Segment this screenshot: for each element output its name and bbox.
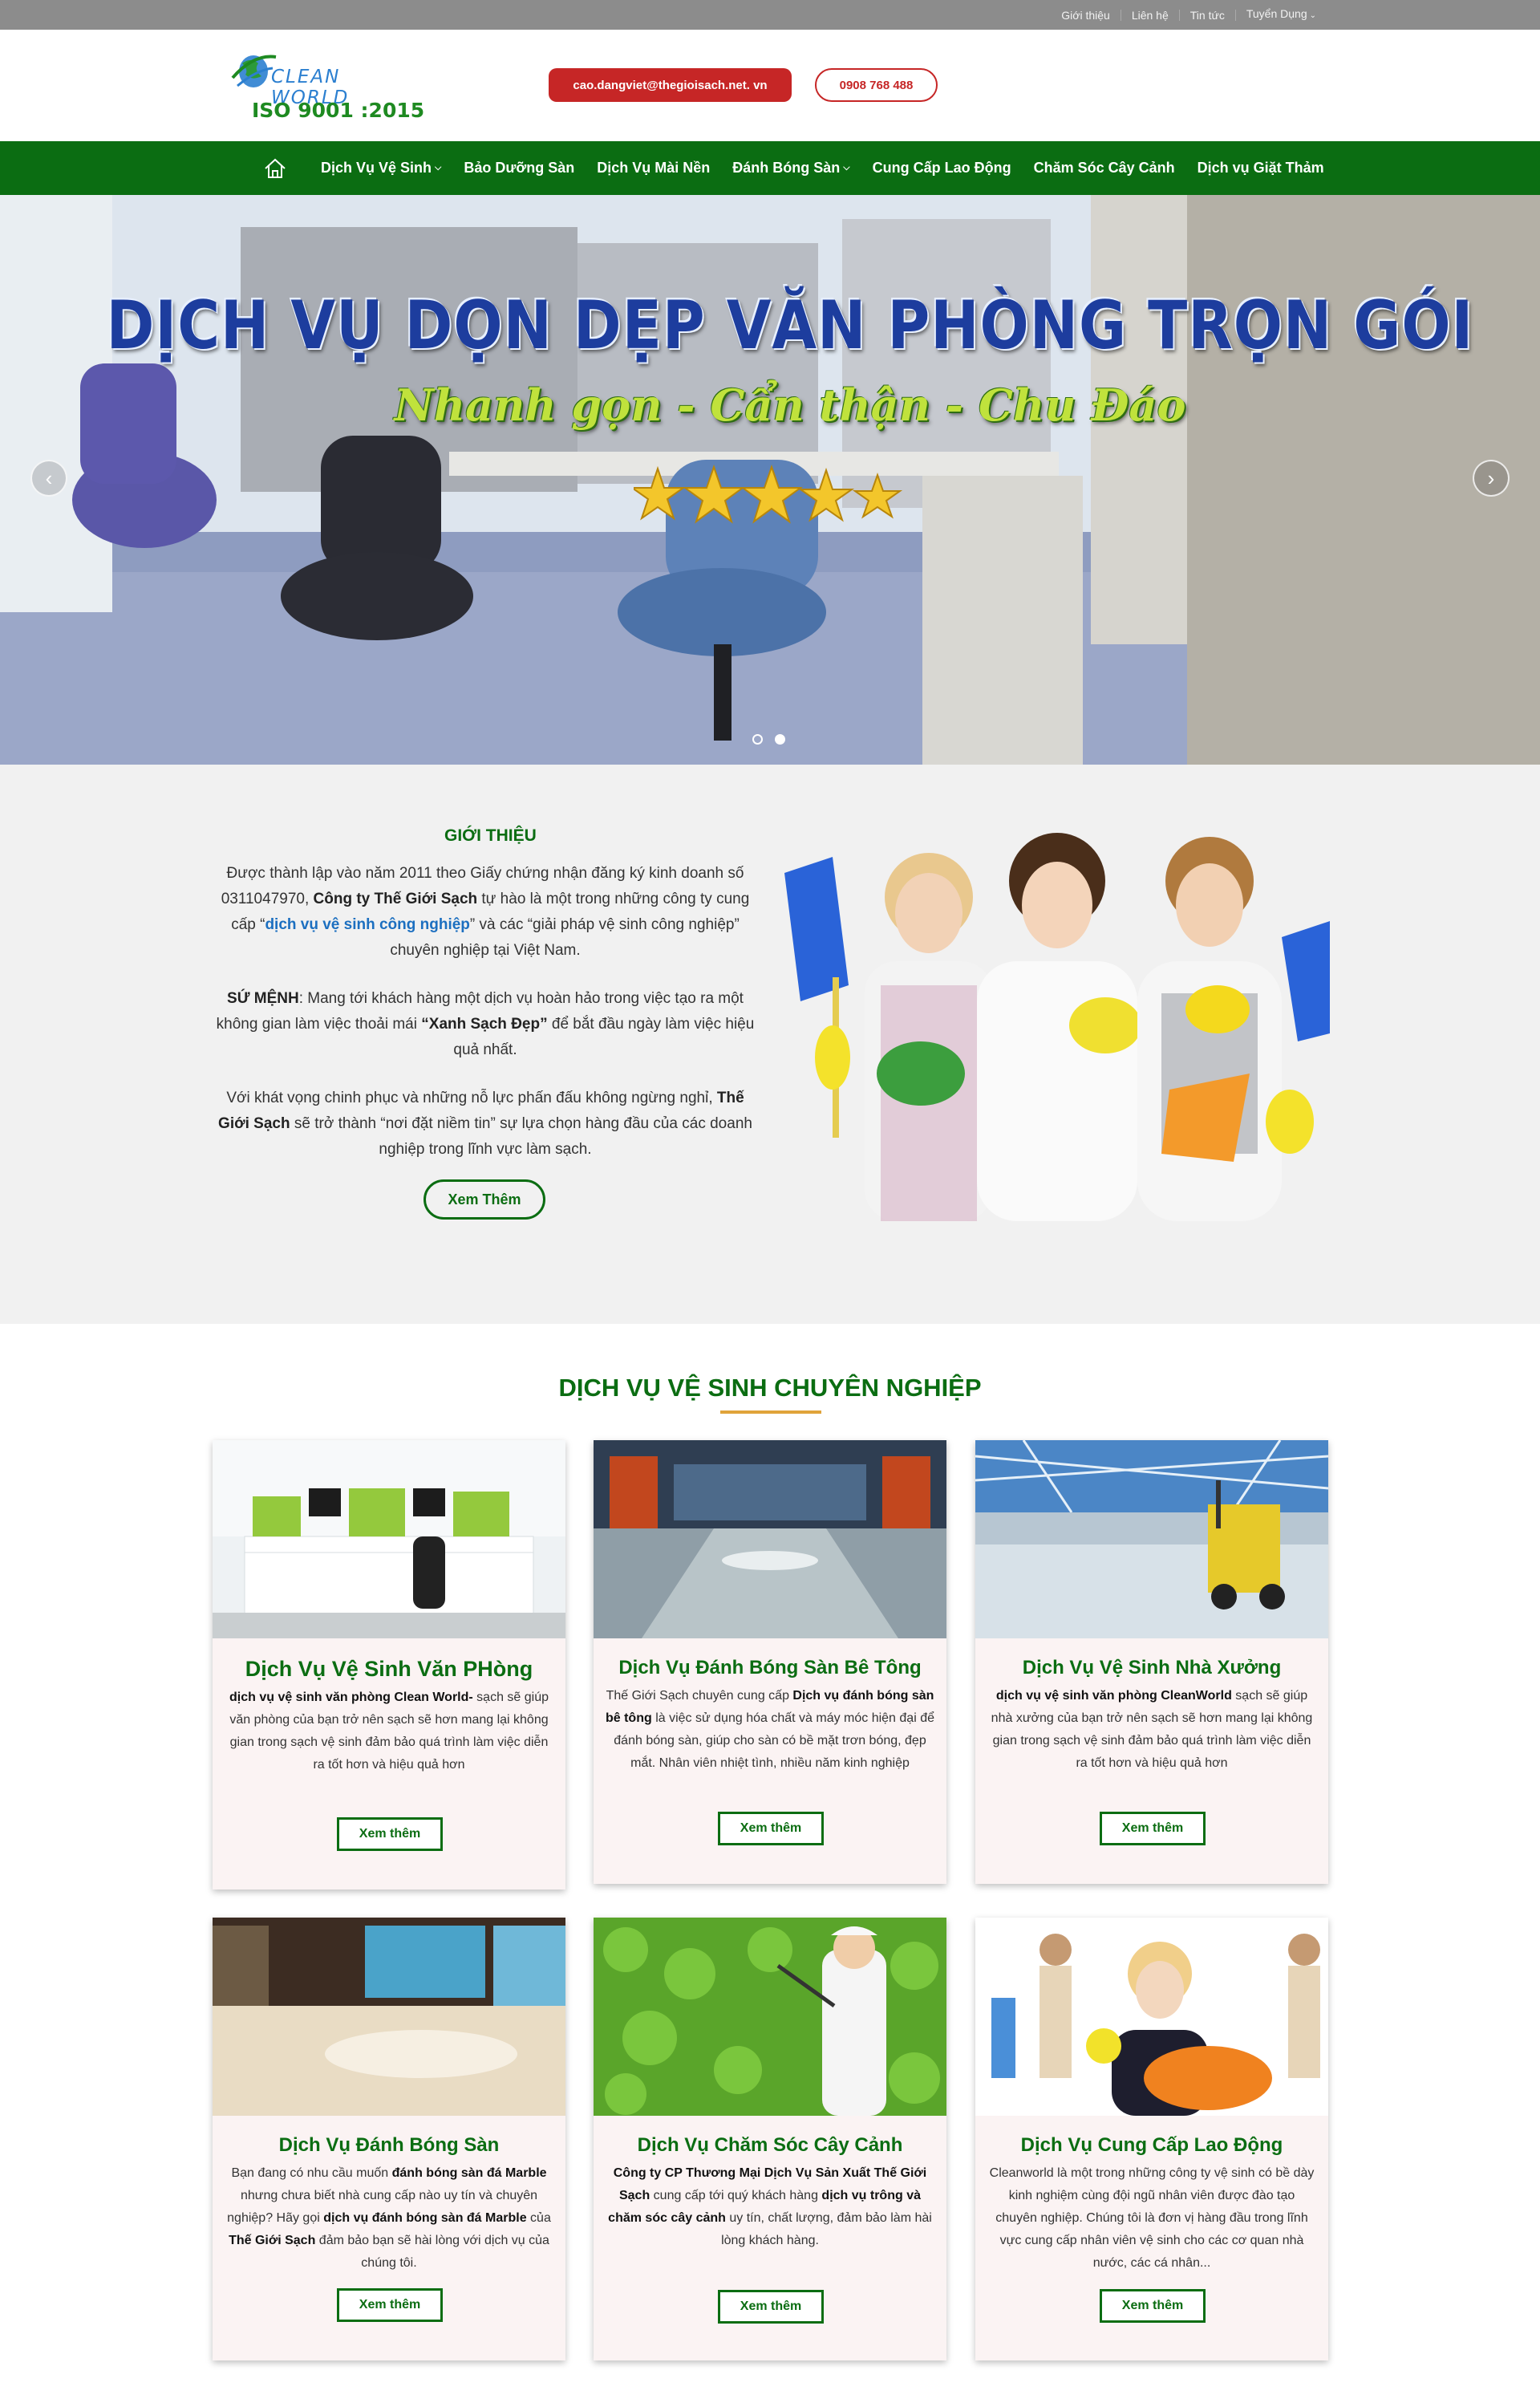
chevron-left-icon: ‹ <box>45 465 53 490</box>
hero-slider: DỊCH VỤ DỌN DẸP VĂN PHÒNG TRỌN GÓI Nhanh… <box>0 195 1540 765</box>
card-description: Công ty CP Thương Mại Dịch Vụ Sản Xuất T… <box>608 2166 932 2247</box>
slider-prev-button[interactable]: ‹ <box>30 460 67 497</box>
chevron-down-icon: ⌄ <box>1309 11 1316 20</box>
service-card-plant-care: Dịch Vụ Chăm Sóc Cây Cảnh Công ty CP Thư… <box>594 1918 946 2360</box>
chevron-down-icon: ⌵ <box>435 163 442 173</box>
chevron-down-icon: ⌵ <box>843 163 850 173</box>
intro-text: Được thành lập vào năm 2011 theo Giấy ch… <box>213 861 758 1185</box>
hero-title: DỊCH VỤ DỌN DẸP VĂN PHÒNG TRỌN GÓI <box>106 286 1474 364</box>
card-title[interactable]: Dịch Vụ Cung Cấp Lao Động <box>975 2134 1328 2157</box>
read-more-button[interactable]: Xem thêm <box>1100 2289 1206 2323</box>
nav-item-plant-care[interactable]: Chăm Sóc Cây Cảnh <box>1023 160 1186 177</box>
card-title[interactable]: Dịch Vụ Chăm Sóc Cây Cảnh <box>594 2134 946 2157</box>
intro-section: GIỚI THIỆU Được thành lập vào năm 2011 t… <box>0 765 1540 1324</box>
warehouse-floor-image <box>594 1440 946 1638</box>
intro-paragraph-3: Với khát vọng chinh phục và những nỗ lực… <box>218 1090 752 1158</box>
service-card-floor-polishing: Dịch Vụ Đánh Bóng Sàn Bạn đang có nhu cầ… <box>213 1918 565 2360</box>
home-icon[interactable] <box>261 155 289 182</box>
phone-button[interactable]: 0908 768 488 <box>815 68 938 102</box>
slider-next-button[interactable]: › <box>1473 460 1510 497</box>
intro-paragraph-2: SỨ MỆNH: Mang tới khách hàng một dịch vụ… <box>216 990 755 1058</box>
top-link-about[interactable]: Giới thiệu <box>1051 9 1121 21</box>
service-card-factory-cleaning: Dịch Vụ Vệ Sinh Nhà Xưởng dịch vụ vệ sin… <box>975 1439 1329 1884</box>
slider-dot-2[interactable] <box>775 734 785 745</box>
hero-subtitle: Nhanh gọn - Cẩn thận - Chu Đáo <box>394 380 1186 431</box>
card-description: dịch vụ vệ sinh văn phòng Clean World- s… <box>229 1691 549 1772</box>
cleaning-staff-group-image <box>975 1918 1328 2116</box>
service-card-labor-supply: Dịch Vụ Cung Cấp Lao Động Cleanworld là … <box>975 1918 1328 2360</box>
top-link-news[interactable]: Tin tức <box>1180 9 1236 21</box>
cleaning-staff-image <box>784 825 1330 1221</box>
nav-item-floor-grinding[interactable]: Dịch Vụ Mài Nền <box>586 160 721 177</box>
nav-item-cleaning-services[interactable]: Dịch Vụ Vệ Sinh ⌵ <box>310 160 452 177</box>
chevron-right-icon: › <box>1487 465 1495 490</box>
read-more-button[interactable]: Xem thêm <box>337 1817 443 1851</box>
main-nav: Dịch Vụ Vệ Sinh ⌵ Bảo Dưỡng Sàn Dịch Vụ M… <box>0 141 1540 195</box>
top-links: Giới thiệu Liên hệ Tin tức Tuyển Dụng ⌄ <box>1051 0 1327 30</box>
top-link-recruitment[interactable]: Tuyển Dụng ⌄ <box>1236 8 1327 22</box>
card-description: dịch vụ vệ sinh văn phòng CleanWorld sạc… <box>991 1689 1313 1770</box>
intro-heading: GIỚI THIỆU <box>444 826 537 845</box>
nav-item-labor-supply[interactable]: Cung Cấp Lao Động <box>861 160 1023 177</box>
site-logo[interactable]: CLEAN WORLD ISO 9001 :2015 <box>225 46 425 126</box>
card-title[interactable]: Dịch Vụ Đánh Bóng Sàn <box>213 2134 565 2157</box>
card-title[interactable]: Dịch Vụ Vệ Sinh Nhà Xưởng <box>975 1657 1328 1679</box>
factory-image <box>975 1439 1329 1638</box>
read-more-button[interactable]: Xem thêm <box>337 2288 443 2322</box>
title-underline <box>720 1411 821 1414</box>
read-more-button[interactable]: Xem thêm <box>1100 1812 1206 1845</box>
intro-read-more-button[interactable]: Xem Thêm <box>424 1179 545 1220</box>
intro-paragraph-1: Được thành lập vào năm 2011 theo Giấy ch… <box>221 865 750 959</box>
green-wall-image <box>594 1918 946 2116</box>
read-more-button[interactable]: Xem thêm <box>718 1812 824 1845</box>
site-header: CLEAN WORLD ISO 9001 :2015 cao.dangviet@… <box>0 30 1540 141</box>
marble-lobby-image <box>213 1918 565 2116</box>
office-image <box>213 1440 565 1638</box>
card-description: Bạn đang có nhu cầu muốn đánh bóng sàn đ… <box>227 2166 551 2270</box>
card-description: Cleanworld là một trong những công ty vệ… <box>989 2166 1315 2270</box>
top-link-contact[interactable]: Liên hệ <box>1121 9 1180 21</box>
email-button[interactable]: cao.dangviet@thegioisach.net. vn <box>549 68 792 102</box>
nav-item-floor-maintenance[interactable]: Bảo Dưỡng Sàn <box>452 160 586 177</box>
top-utility-bar: Giới thiệu Liên hệ Tin tức Tuyển Dụng ⌄ <box>0 0 1540 30</box>
service-card-concrete-polishing: Dịch Vụ Đánh Bóng Sàn Bê Tông Thế Giới S… <box>594 1440 946 1884</box>
card-description: Thế Giới Sạch chuyên cung cấp Dịch vụ đá… <box>605 1689 934 1770</box>
read-more-button[interactable]: Xem thêm <box>718 2290 824 2324</box>
nav-item-carpet-washing[interactable]: Dịch vụ Giặt Thảm <box>1186 160 1335 177</box>
nav-item-floor-polishing[interactable]: Đánh Bóng Sàn ⌵ <box>721 160 861 177</box>
service-card-office-cleaning: Dịch Vụ Vệ Sinh Văn PHòng dịch vụ vệ sin… <box>213 1440 565 1889</box>
card-title[interactable]: Dịch Vụ Vệ Sinh Văn PHòng <box>213 1657 565 1682</box>
iso-badge: ISO 9001 :2015 <box>252 99 425 122</box>
card-title[interactable]: Dịch Vụ Đánh Bóng Sàn Bê Tông <box>594 1657 946 1679</box>
rating-stars-icon <box>634 464 903 524</box>
services-title: DỊCH VỤ VỆ SINH CHUYÊN NGHIỆP <box>558 1374 982 1402</box>
link-industrial-cleaning[interactable]: dịch vụ vệ sinh công nghiệp <box>265 916 469 933</box>
slider-dot-1[interactable] <box>752 734 763 745</box>
